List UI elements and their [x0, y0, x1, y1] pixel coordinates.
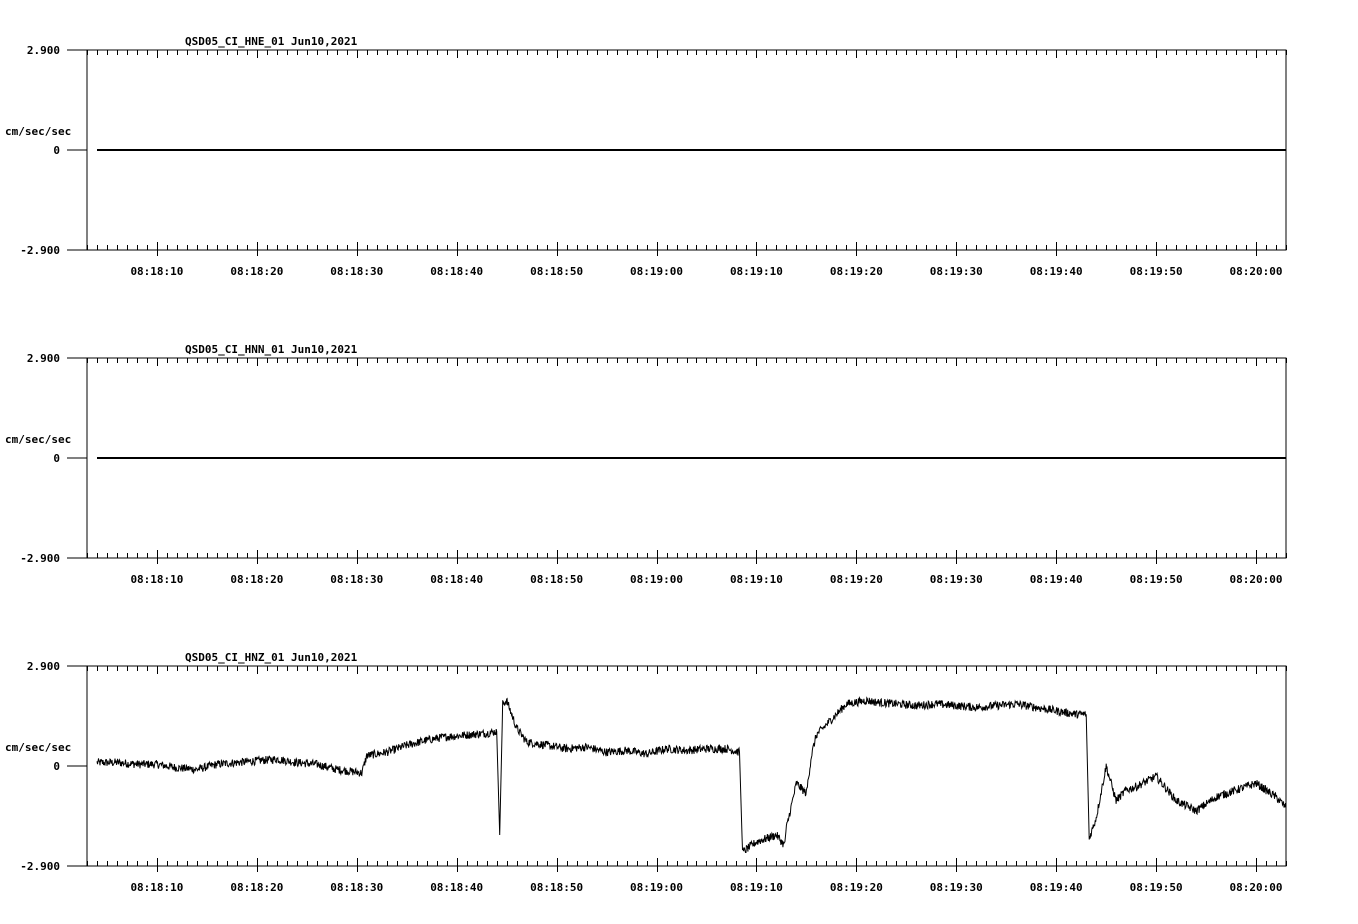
- x-tick-label: 08:18:30: [330, 881, 383, 894]
- x-tick-label: 08:19:50: [1130, 265, 1183, 278]
- x-tick-label: 08:18:10: [130, 573, 183, 586]
- x-tick-label: 08:19:30: [930, 881, 983, 894]
- x-tick-label: 08:19:30: [930, 265, 983, 278]
- y-tick-label: 2.900: [27, 352, 60, 365]
- x-tick-label: 08:18:50: [530, 881, 583, 894]
- x-tick-label: 08:19:30: [930, 573, 983, 586]
- y-tick-label: 2.900: [27, 660, 60, 673]
- x-tick-label: 08:19:00: [630, 573, 683, 586]
- x-tick-label: 08:18:40: [430, 881, 483, 894]
- chart-title: QSD05_CI_HNZ_01 Jun10,2021: [185, 651, 358, 664]
- chart-panel-1: QSD05_CI_HNE_01 Jun10,2021 2.900 0 -2.900 cm…: [5, 35, 1287, 278]
- x-tick-label: 08:18:30: [330, 573, 383, 586]
- chart-title: QSD05_CI_HNN_01 Jun10,2021: [185, 343, 358, 356]
- series-trace: [96, 696, 1287, 853]
- y-tick-label: 0: [53, 760, 60, 773]
- x-tick-label: 08:19:40: [1030, 265, 1083, 278]
- x-tick-label: 08:20:00: [1230, 265, 1283, 278]
- x-tick-label: 08:18:40: [430, 265, 483, 278]
- x-tick-label: 08:18:20: [230, 265, 283, 278]
- y-tick-label: 2.900: [27, 44, 60, 57]
- x-tick-label: 08:19:10: [730, 881, 783, 894]
- x-tick-label: 08:19:20: [830, 881, 883, 894]
- y-axis-label: cm/sec/sec: [5, 741, 71, 754]
- y-tick-label: -2.900: [20, 244, 60, 257]
- y-axis-label: cm/sec/sec: [5, 433, 71, 446]
- x-tick-label: 08:18:50: [530, 265, 583, 278]
- seismogram-figure: QSD05_CI_HNE_01 Jun10,2021 2.900 0 -2.900 cm…: [5, 35, 1287, 894]
- y-tick-label: 0: [53, 452, 60, 465]
- x-tick-label: 08:20:00: [1230, 573, 1283, 586]
- x-tick-label: 08:19:40: [1030, 881, 1083, 894]
- chart-panel-2: QSD05_CI_HNN_01 Jun10,2021 2.900 0 -2.900 cm…: [5, 343, 1287, 586]
- y-axis-label: cm/sec/sec: [5, 125, 71, 138]
- x-tick-label: 08:19:20: [830, 573, 883, 586]
- y-tick-label: 0: [53, 144, 60, 157]
- x-tick-label: 08:18:50: [530, 573, 583, 586]
- x-tick-label: 08:18:20: [230, 881, 283, 894]
- y-tick-label: -2.900: [20, 860, 60, 873]
- x-tick-label: 08:18:10: [130, 881, 183, 894]
- x-tick-label: 08:19:40: [1030, 573, 1083, 586]
- y-tick-label: -2.900: [20, 552, 60, 565]
- chart-title: QSD05_CI_HNE_01 Jun10,2021: [185, 35, 358, 48]
- x-tick-label: 08:19:20: [830, 265, 883, 278]
- x-tick-label: 08:18:30: [330, 265, 383, 278]
- x-tick-label: 08:19:50: [1130, 881, 1183, 894]
- x-tick-label: 08:18:40: [430, 573, 483, 586]
- chart-panel-3: QSD05_CI_HNZ_01 Jun10,2021 2.900 0 -2.900 cm…: [5, 651, 1287, 894]
- x-tick-label: 08:19:50: [1130, 573, 1183, 586]
- x-tick-label: 08:19:10: [730, 265, 783, 278]
- x-tick-label: 08:19:10: [730, 573, 783, 586]
- x-tick-label: 08:19:00: [630, 881, 683, 894]
- x-tick-label: 08:18:10: [130, 265, 183, 278]
- x-tick-label: 08:18:20: [230, 573, 283, 586]
- x-tick-label: 08:20:00: [1230, 881, 1283, 894]
- x-tick-label: 08:19:00: [630, 265, 683, 278]
